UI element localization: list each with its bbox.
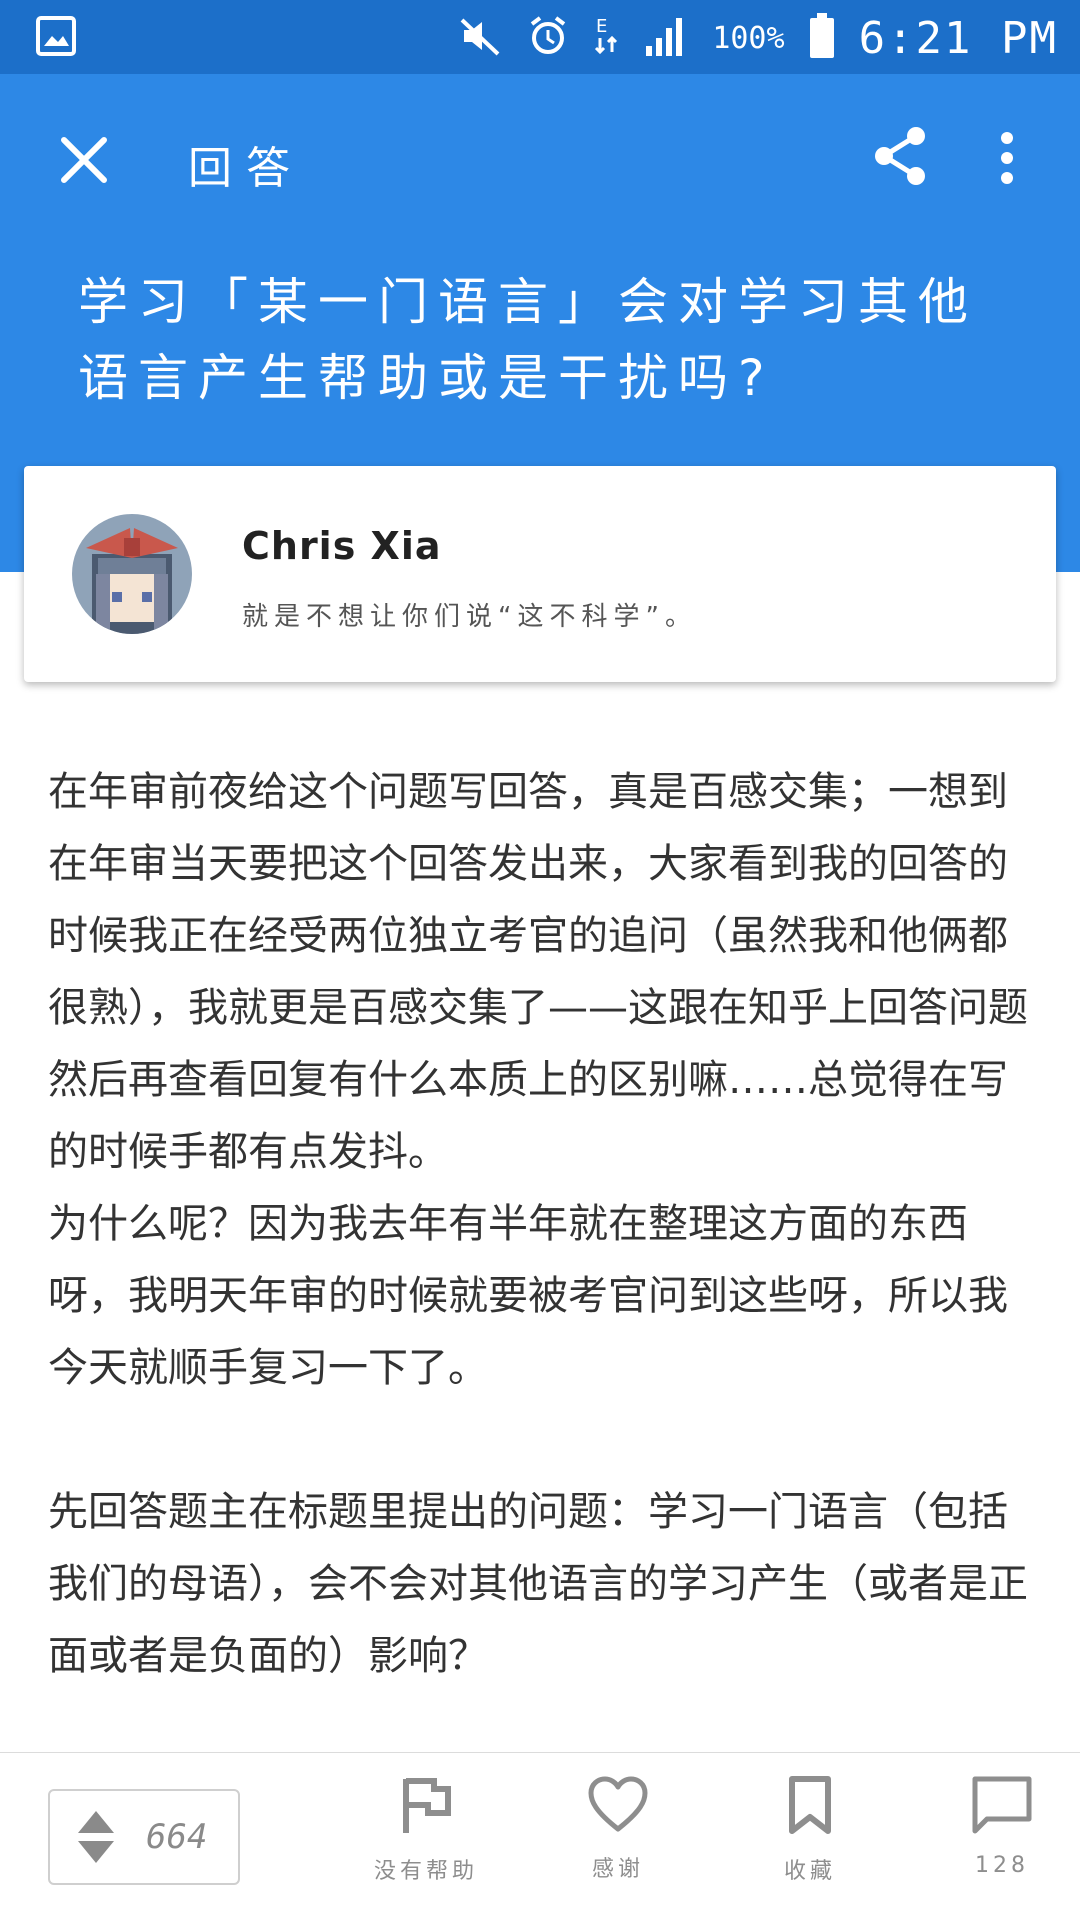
more-options-button[interactable] [996,128,1018,188]
gallery-notification-icon [36,16,76,60]
signal-icon [644,14,688,62]
more-vert-icon [1001,132,1013,184]
page-title: 回答 [188,143,304,194]
author-bio: 就是不想让你们说“这不科学”。 [242,602,697,632]
status-bar: E 100% 6:21 PM [0,0,1080,74]
avatar-image [72,514,192,634]
vote-arrows-icon [78,1811,114,1863]
close-button[interactable] [58,134,110,186]
heart-icon [588,1776,648,1832]
battery-icon [809,13,835,63]
clock: 6:21 PM [858,12,1058,64]
answer-content: 在年审前夜给这个问题写回答，真是百感交集；一想到在年审当天要把这个回答发出来，大… [48,756,1038,1692]
comments-button[interactable]: 128 [932,1775,1072,1905]
thanks-button[interactable]: 感谢 [548,1775,688,1905]
author-card[interactable]: Chris Xia 就是不想让你们说“这不科学”。 [24,466,1056,682]
author-name[interactable]: Chris Xia [242,524,442,568]
data-transfer-icon: E [594,14,620,62]
author-avatar[interactable] [72,514,192,634]
vote-count: 664 [146,1817,208,1857]
battery-percent: 100% [712,20,785,56]
answer-paragraph: 在年审前夜给这个问题写回答，真是百感交集；一想到在年审当天要把这个回答发出来，大… [48,769,1028,1175]
answer-paragraph: 为什么呢？因为我去年有半年就在整理这方面的东西呀，我明天年审的时候就要被考官问到… [48,1201,1008,1391]
collect-label: 收藏 [783,1859,836,1884]
flag-icon [403,1778,451,1833]
question-title[interactable]: 学习「某一门语言」会对学习其他语言产生帮助或是干扰吗? [78,264,1008,416]
answer-paragraph: 先回答题主在标题里提出的问题：学习一门语言（包括我们的母语），会不会对其他语言的… [48,1489,1028,1679]
bottom-action-bar: 664 没有帮助 感谢 收藏 128 [0,1752,1080,1921]
alarm-icon [526,14,570,62]
not-helpful-button[interactable]: 没有帮助 [356,1775,496,1905]
vote-button[interactable]: 664 [48,1789,240,1885]
mute-icon [458,14,502,62]
share-icon [875,127,925,185]
bookmark-icon [789,1776,831,1834]
collect-button[interactable]: 收藏 [740,1775,880,1905]
comment-icon [972,1776,1032,1834]
share-button[interactable] [872,126,928,186]
svg-text:E: E [596,16,607,37]
thanks-label: 感谢 [591,1857,644,1882]
not-helpful-label: 没有帮助 [373,1859,478,1884]
comments-count: 128 [975,1853,1029,1878]
close-icon [61,137,107,183]
